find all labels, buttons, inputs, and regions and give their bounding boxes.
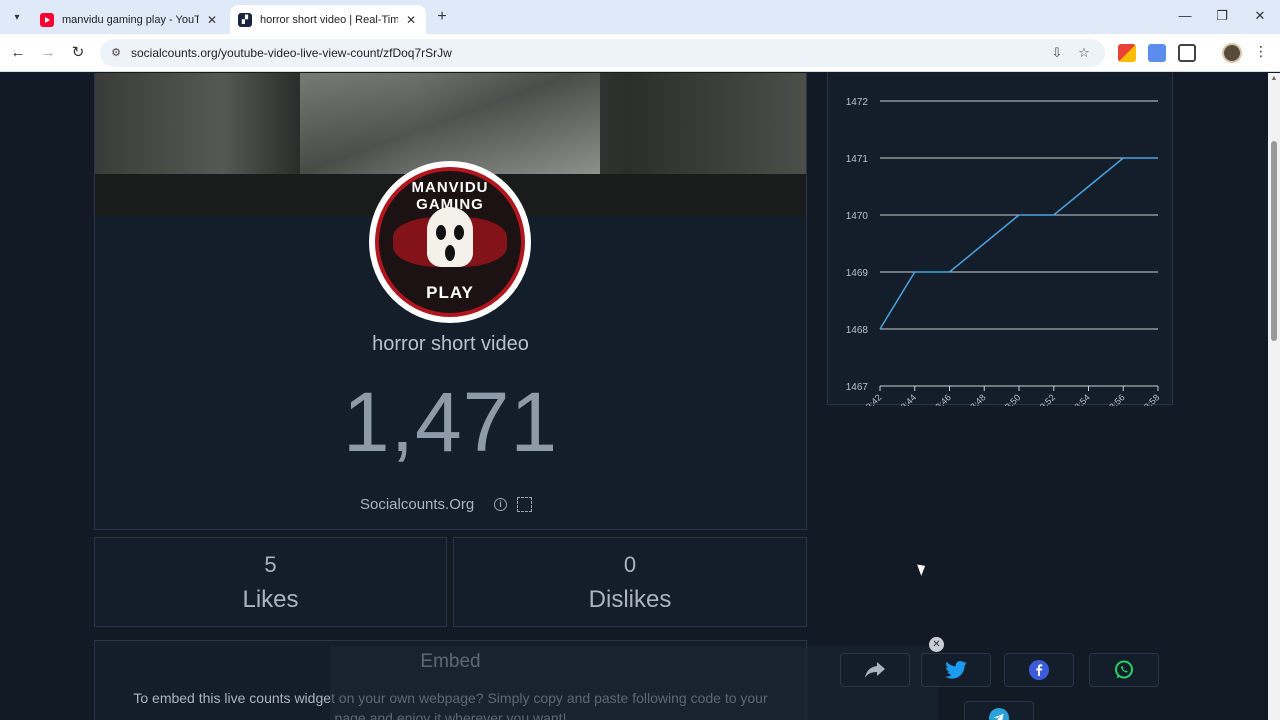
site-info-icon[interactable]: ⚙ <box>108 45 124 61</box>
views-chart-card: 1467 1468 1469 1470 1471 1472 19:43:4219:43:44… <box>827 73 1173 406</box>
tab-youtube[interactable]: manvidu gaming play - YouTube ✕ <box>32 5 227 34</box>
close-window-icon[interactable]: ✕ <box>1250 8 1270 24</box>
tab-socialcounts[interactable]: ▞ horror short video | Real-Time View Co… <box>230 5 426 34</box>
x-tick-label: 19:43:56 <box>1095 392 1127 406</box>
tab-strip: ▾ manvidu gaming play - YouTube ✕ ▞ horr… <box>0 0 1280 34</box>
dislikes-card: 0 Dislikes <box>453 537 807 627</box>
close-icon[interactable]: ✕ <box>205 13 219 27</box>
x-tick-label: 19:43:44 <box>886 392 918 406</box>
ghost-eye <box>454 225 464 240</box>
ghost-eye <box>436 225 446 240</box>
reload-icon[interactable]: ↻ <box>68 43 88 63</box>
tab-title: horror short video | Real-Time View Coun… <box>260 13 398 26</box>
info-icon[interactable]: i <box>494 498 507 511</box>
likes-label: Likes <box>242 586 299 613</box>
mouse-cursor <box>917 562 928 576</box>
tab-title: manvidu gaming play - YouTube <box>62 13 199 26</box>
brand-label[interactable]: Socialcounts.Org <box>360 496 474 513</box>
facebook-share-button[interactable] <box>1004 653 1074 687</box>
bookmark-star-icon[interactable]: ☆ <box>1075 44 1093 62</box>
youtube-icon <box>40 12 54 27</box>
profile-avatar[interactable] <box>1222 43 1242 63</box>
channel-logo: MANVIDU GAMING PLAY <box>369 161 531 323</box>
browser-toolbar: ← → ↻ ⚙ socialcounts.org/youtube-video-l… <box>0 34 1280 72</box>
x-tick-label: 19:43:58 <box>1130 392 1162 406</box>
ghost-mouth <box>445 245 455 261</box>
tab-search-chevron-icon[interactable]: ▾ <box>6 6 28 28</box>
video-title: horror short video <box>372 333 529 355</box>
address-bar[interactable]: ⚙ socialcounts.org/youtube-video-live-vi… <box>100 39 1105 67</box>
y-tick-label: 1471 <box>846 154 869 165</box>
dislikes-label: Dislikes <box>588 586 672 613</box>
translate-icon[interactable] <box>1148 44 1166 62</box>
likes-card: 5 Likes <box>94 537 447 627</box>
y-tick-label: 1469 <box>846 268 869 279</box>
y-tick-label: 1467 <box>846 382 869 393</box>
banner-image-part <box>300 73 600 174</box>
close-icon[interactable]: ✕ <box>404 13 418 27</box>
x-tick-label: 19:43:46 <box>921 392 953 406</box>
video-card: MANVIDU GAMING PLAY horror short video 1… <box>94 73 807 530</box>
dislikes-count: 0 <box>623 552 637 577</box>
likes-count: 5 <box>264 552 277 577</box>
x-tick-label: 19:43:54 <box>1060 392 1092 406</box>
new-tab-button[interactable]: + <box>432 7 452 27</box>
x-tick-label: 19:43:52 <box>1025 392 1057 406</box>
scroll-up-icon[interactable]: ▲ <box>1270 75 1278 83</box>
share-icon <box>865 662 885 678</box>
minimize-icon[interactable]: — <box>1175 8 1195 23</box>
y-tick-label: 1470 <box>846 211 869 222</box>
socialcounts-icon: ▞ <box>238 12 252 27</box>
scroll-thumb[interactable] <box>1271 141 1277 341</box>
ghost-mask-icon <box>427 207 473 267</box>
install-app-icon[interactable]: ⇩ <box>1048 44 1066 62</box>
facebook-icon <box>1029 660 1049 680</box>
url-text[interactable]: socialcounts.org/youtube-video-live-view… <box>131 46 452 60</box>
telegram-icon <box>989 708 1009 720</box>
whatsapp-icon <box>1115 660 1133 679</box>
restore-icon[interactable]: ❐ <box>1212 8 1232 24</box>
telegram-share-button[interactable] <box>964 701 1034 720</box>
series-line-views <box>879 157 1158 330</box>
y-tick-label: 1472 <box>846 97 869 108</box>
views-line-chart: 1467 1468 1469 1470 1471 1472 19:43:4219:43:44… <box>846 97 1162 406</box>
page-scrollbar[interactable]: ▲ <box>1268 73 1280 720</box>
twitter-icon <box>945 661 967 679</box>
live-view-count: 1,471 <box>342 375 559 469</box>
close-icon[interactable]: ✕ <box>929 637 944 652</box>
page-viewport: MANVIDU GAMING PLAY horror short video 1… <box>0 73 1268 720</box>
twitter-share-button[interactable] <box>921 653 991 687</box>
extension-color-icon[interactable] <box>1118 44 1136 62</box>
x-tick-label: 19:43:42 <box>852 392 884 406</box>
fullscreen-icon[interactable] <box>517 497 532 512</box>
more-menu-icon[interactable]: ⋮ <box>1254 43 1268 60</box>
logo-bottom-text: PLAY <box>426 283 474 302</box>
extensions-puzzle-icon[interactable] <box>1178 44 1196 62</box>
y-tick-label: 1468 <box>846 325 869 336</box>
x-tick-label: 19:43:50 <box>991 392 1023 406</box>
logo-badge: MANVIDU GAMING PLAY <box>375 167 525 317</box>
back-icon[interactable]: ← <box>8 43 28 63</box>
share-button[interactable] <box>840 653 910 687</box>
whatsapp-share-button[interactable] <box>1089 653 1159 687</box>
forward-icon[interactable]: → <box>38 43 58 63</box>
x-tick-label: 19:43:48 <box>956 392 988 406</box>
